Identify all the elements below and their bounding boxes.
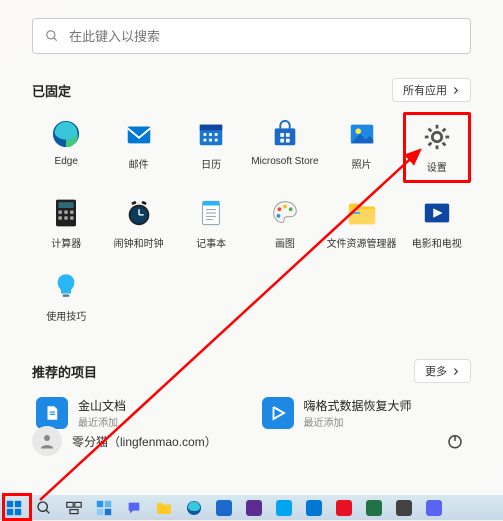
calculator-icon	[50, 197, 82, 229]
taskbar-app[interactable]	[424, 498, 444, 518]
folder-icon	[155, 501, 173, 515]
taskbar-edge[interactable]	[184, 498, 204, 518]
app-clock[interactable]: 闹钟和时钟	[104, 191, 172, 256]
edge-icon	[50, 118, 82, 150]
app-photos[interactable]: 照片	[325, 112, 399, 183]
chevron-right-icon	[451, 86, 460, 95]
taskview-icon	[66, 501, 82, 515]
app-icon	[276, 500, 292, 516]
app-notepad[interactable]: 记事本	[177, 191, 245, 256]
recommended-header: 推荐的项目 更多	[32, 359, 471, 383]
app-icon	[246, 500, 262, 516]
taskbar-app[interactable]	[334, 498, 354, 518]
folder-icon	[346, 197, 378, 229]
search-input[interactable]	[69, 29, 458, 44]
app-explorer[interactable]: 文件资源管理器	[325, 191, 399, 256]
start-menu: 已固定 所有应用 Edge 邮件 日历	[0, 0, 503, 495]
widgets-icon	[96, 500, 112, 516]
app-calendar[interactable]: 日历	[177, 112, 245, 183]
taskbar-app[interactable]	[274, 498, 294, 518]
tips-icon	[50, 270, 82, 302]
power-icon	[446, 432, 464, 450]
taskbar	[0, 495, 503, 520]
mail-icon	[123, 118, 155, 150]
search-icon	[45, 29, 59, 43]
recommended-title: 推荐的项目	[32, 362, 97, 381]
taskbar-widgets[interactable]	[94, 498, 114, 518]
app-edge[interactable]: Edge	[32, 112, 100, 183]
pinned-title: 已固定	[32, 81, 71, 100]
movies-icon	[421, 197, 453, 229]
more-button[interactable]: 更多	[414, 359, 471, 383]
app-tips[interactable]: 使用技巧	[32, 264, 100, 329]
taskbar-app[interactable]	[244, 498, 264, 518]
app-icon	[216, 500, 232, 516]
app-settings[interactable]: 设置	[403, 112, 471, 183]
user-icon	[38, 432, 56, 450]
app-paint[interactable]: 画图	[249, 191, 320, 256]
pinned-header: 已固定 所有应用	[32, 78, 471, 102]
pinned-grid: Edge 邮件 日历 Microsoft Store 照片	[32, 112, 471, 329]
gear-icon	[421, 121, 453, 153]
store-icon	[269, 118, 301, 150]
user-account[interactable]: 零分猫（lingfenmao.com）	[32, 426, 217, 456]
app-icon	[426, 500, 442, 516]
taskbar-app[interactable]	[364, 498, 384, 518]
taskbar-app[interactable]	[214, 498, 234, 518]
chevron-right-icon	[451, 367, 460, 376]
avatar	[32, 426, 62, 456]
taskbar-start-button[interactable]	[4, 498, 24, 518]
app-icon	[306, 500, 322, 516]
start-footer: 零分猫（lingfenmao.com）	[32, 425, 471, 457]
app-store[interactable]: Microsoft Store	[249, 112, 320, 183]
taskbar-app[interactable]	[394, 498, 414, 518]
photos-icon	[346, 118, 378, 150]
notepad-icon	[195, 197, 227, 229]
search-bar[interactable]	[32, 18, 471, 54]
app-icon	[396, 500, 412, 516]
taskbar-taskview[interactable]	[64, 498, 84, 518]
app-mail[interactable]: 邮件	[104, 112, 172, 183]
search-icon	[36, 500, 52, 516]
app-icon	[336, 500, 352, 516]
taskbar-search[interactable]	[34, 498, 54, 518]
app-icon	[366, 500, 382, 516]
clock-icon	[123, 197, 155, 229]
all-apps-button[interactable]: 所有应用	[392, 78, 471, 102]
user-label: 零分猫（lingfenmao.com）	[72, 433, 217, 450]
power-button[interactable]	[439, 425, 471, 457]
app-movies[interactable]: 电影和电视	[403, 191, 471, 256]
chat-icon	[126, 500, 142, 516]
edge-icon	[186, 500, 202, 516]
app-calculator[interactable]: 计算器	[32, 191, 100, 256]
windows-icon	[6, 500, 22, 516]
taskbar-chat[interactable]	[124, 498, 144, 518]
paint-icon	[269, 197, 301, 229]
taskbar-app[interactable]	[304, 498, 324, 518]
calendar-icon	[195, 118, 227, 150]
taskbar-explorer[interactable]	[154, 498, 174, 518]
